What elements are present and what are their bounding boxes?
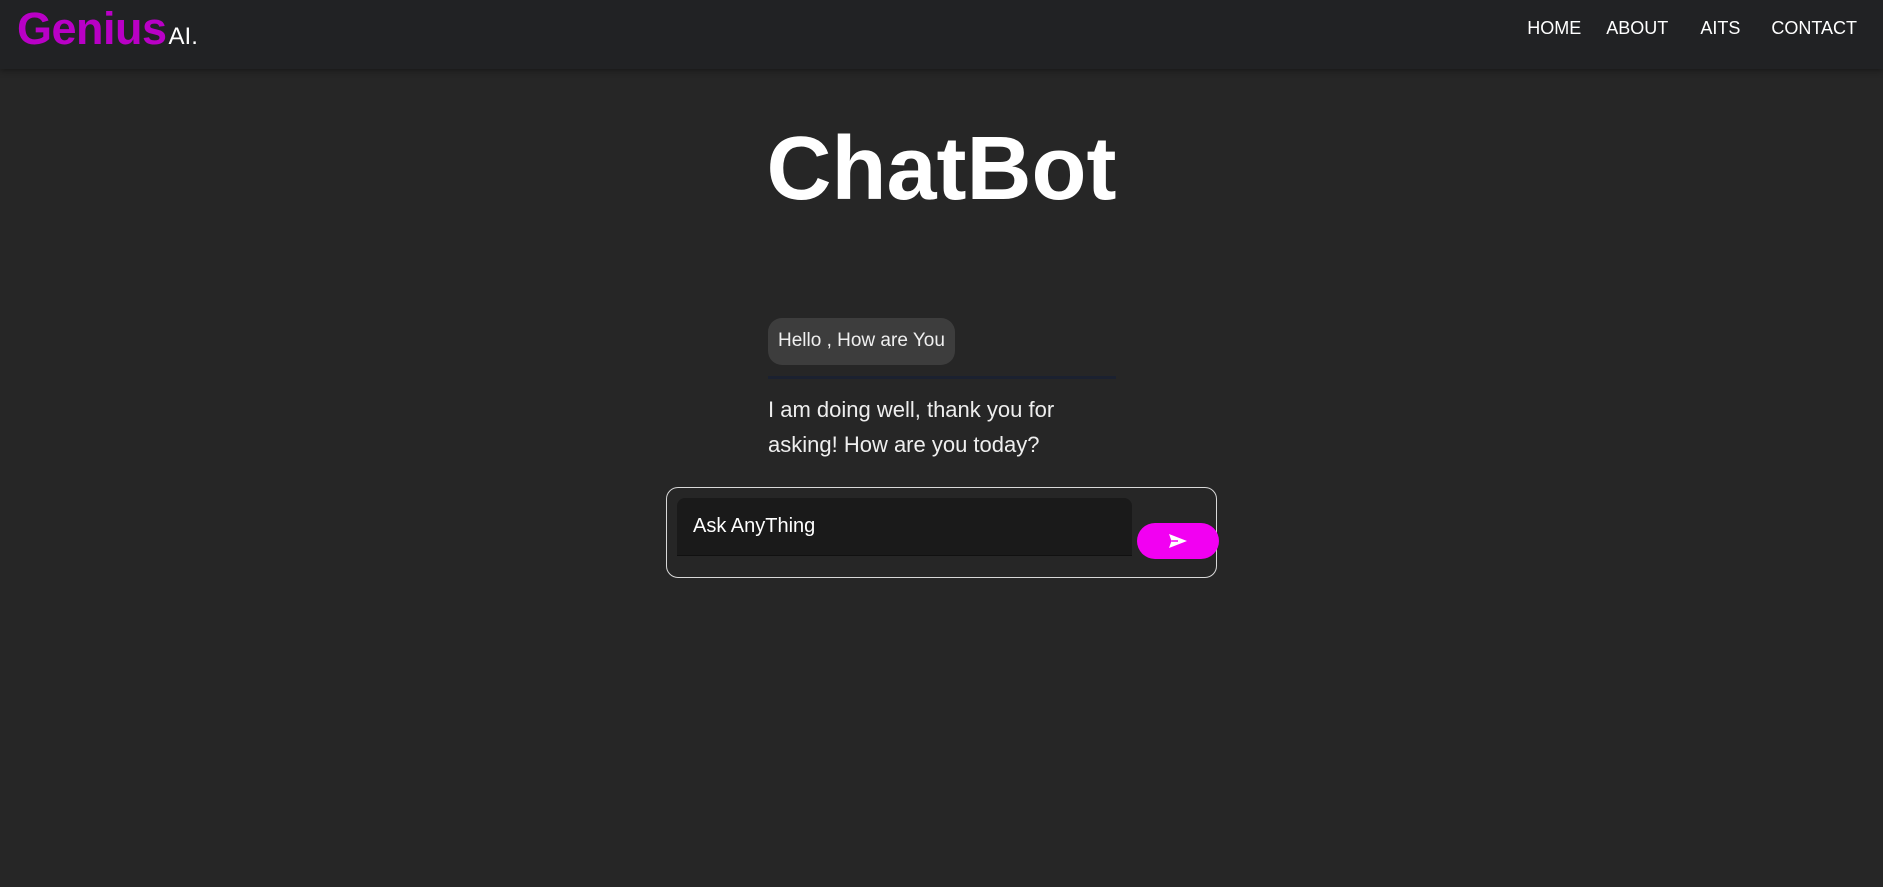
brand-suffix: AI.: [168, 23, 198, 50]
nav-item-aits[interactable]: AITS: [1700, 18, 1740, 39]
page-title: ChatBot: [766, 119, 1117, 219]
bot-message: I am doing well, thank you for asking! H…: [768, 396, 1055, 457]
brand-name: Genius: [17, 3, 167, 54]
chat-input-container: [666, 487, 1219, 578]
nav-item-contact[interactable]: CONTACT: [1771, 18, 1857, 39]
send-icon: [1168, 533, 1188, 549]
brand-logo[interactable]: GeniusAI.: [17, 3, 198, 55]
chat-history: Hello , How are You I am doing well, tha…: [768, 318, 1118, 462]
user-message-bubble: Hello , How are You: [768, 318, 955, 365]
chat-input[interactable]: [677, 498, 1132, 556]
navbar: GeniusAI. HOME ABOUT AITS CONTACT: [0, 0, 1883, 69]
nav-item-home[interactable]: HOME: [1527, 18, 1581, 39]
nav-links: HOME ABOUT AITS CONTACT: [1527, 18, 1857, 39]
message-divider: [768, 375, 1116, 379]
send-button[interactable]: [1137, 523, 1219, 559]
nav-item-about[interactable]: ABOUT: [1606, 18, 1668, 39]
